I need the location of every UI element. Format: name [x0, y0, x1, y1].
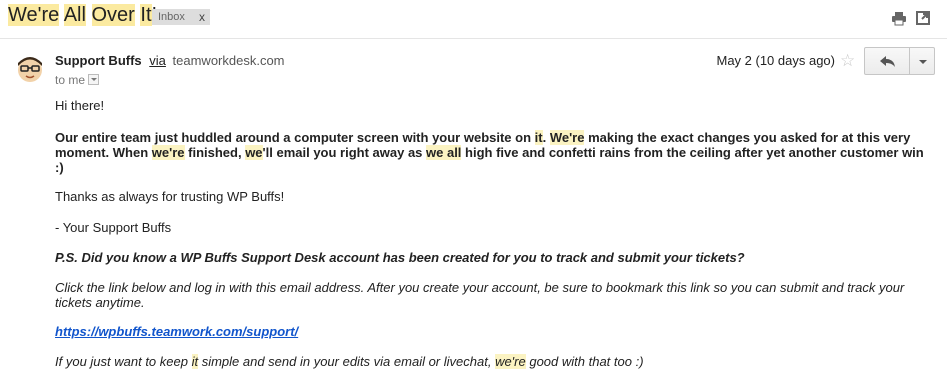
greeting: Hi there!	[55, 98, 105, 113]
details-dropdown-icon[interactable]	[88, 74, 100, 86]
subject-word: Over	[91, 4, 135, 26]
instructions-paragraph: Click the link below and log in with thi…	[55, 280, 905, 310]
text-segment: 'll email you right away as	[262, 145, 427, 160]
star-icon[interactable]: ☆	[840, 51, 855, 71]
more-actions-button[interactable]	[909, 47, 935, 75]
new-window-icon[interactable]	[915, 10, 931, 26]
remove-label-button[interactable]: x	[199, 10, 205, 24]
reply-icon	[880, 56, 895, 67]
highlighted-segment: we're	[495, 354, 526, 369]
highlighted-segment: it	[534, 130, 543, 145]
highlighted-segment: we're	[151, 145, 185, 160]
highlighted-segment: we	[245, 145, 263, 160]
inbox-label-text: Inbox	[158, 11, 185, 23]
subject-word: It	[140, 4, 152, 26]
subject-word: We're	[8, 4, 60, 26]
subject-title: We're All Over It!	[8, 4, 157, 27]
closing-line: If you just want to keep it simple and s…	[55, 354, 925, 369]
paragraph-main: Our entire team just huddled around a co…	[55, 130, 925, 175]
sender-name[interactable]: Support Buffs	[55, 53, 142, 68]
subject-header: We're All Over It! Inbox x	[0, 0, 947, 39]
highlighted-segment: we all	[426, 145, 462, 160]
text-segment: simple and send in your edits via email …	[198, 354, 496, 369]
reply-button[interactable]	[864, 47, 910, 75]
text-segment: Our entire team just huddled around a co…	[55, 130, 535, 145]
signature: - Your Support Buffs	[55, 220, 172, 235]
highlighted-segment: We're	[549, 130, 585, 145]
subject-space	[86, 4, 92, 26]
sender-line: Support Buffs via teamworkdesk.com	[55, 53, 285, 68]
ps-line: P.S. Did you know a WP Buffs Support Des…	[55, 250, 745, 265]
via-link[interactable]: via	[149, 53, 166, 68]
text-segment: If you just want to keep	[55, 354, 192, 369]
print-icon[interactable]	[891, 10, 907, 26]
recipient-text: to me	[55, 73, 86, 87]
message-date: May 2 (10 days ago)	[716, 53, 835, 68]
support-avatar-icon	[14, 53, 46, 85]
recipient-line: to me	[55, 73, 100, 87]
thanks-line: Thanks as always for trusting WP Buffs!	[55, 189, 285, 204]
text-segment: good with that too :)	[525, 354, 644, 369]
sender-domain: teamworkdesk.com	[172, 53, 285, 68]
subject-word: All	[63, 4, 86, 26]
link-line: https://wpbuffs.teamwork.com/support/	[55, 324, 925, 339]
inbox-label[interactable]: Inbox x	[152, 9, 210, 25]
text-segment: finished,	[184, 145, 246, 160]
support-desk-link[interactable]: https://wpbuffs.teamwork.com/support/	[55, 324, 298, 339]
text-segment: .	[542, 130, 550, 145]
